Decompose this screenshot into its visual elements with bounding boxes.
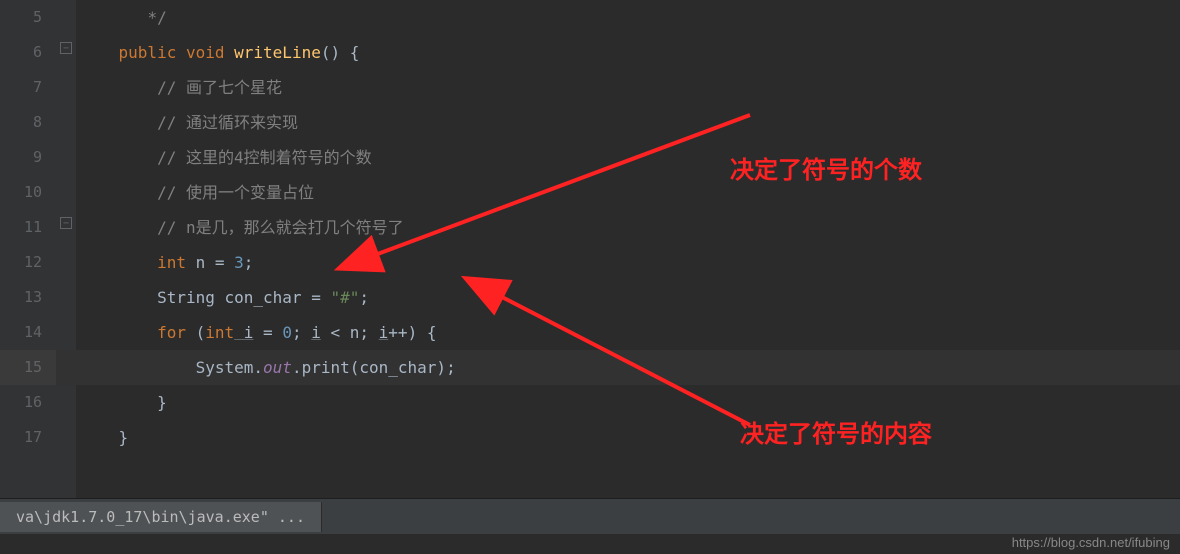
- line-number: 17: [0, 420, 42, 455]
- code-line[interactable]: }: [80, 385, 1180, 420]
- code-line[interactable]: // 通过循环来实现: [80, 105, 1180, 140]
- code-area[interactable]: */ public void writeLine() { // 画了七个星花 /…: [56, 0, 1180, 498]
- code-line[interactable]: String con_char = "#";: [80, 280, 1180, 315]
- line-number: 7: [0, 70, 42, 105]
- code-line[interactable]: // 这里的4控制着符号的个数: [80, 140, 1180, 175]
- line-gutter: 5 6 7 8 9 10 11 12 13 14 15 16 17: [0, 0, 56, 498]
- code-line[interactable]: for (int i = 0; i < n; i++) {: [80, 315, 1180, 350]
- line-number: 11: [0, 210, 42, 245]
- line-number: 13: [0, 280, 42, 315]
- annotation-content-label: 决定了符号的内容: [740, 414, 932, 449]
- line-number: 16: [0, 385, 42, 420]
- code-line[interactable]: // 使用一个变量占位: [80, 175, 1180, 210]
- code-line[interactable]: int n = 3;: [80, 245, 1180, 280]
- code-editor[interactable]: 5 6 7 8 9 10 11 12 13 14 15 16 17 − − */…: [0, 0, 1180, 498]
- line-number: 5: [0, 0, 42, 35]
- line-number: 8: [0, 105, 42, 140]
- line-number: 9: [0, 140, 42, 175]
- line-number: 15: [0, 350, 42, 385]
- code-line[interactable]: // n是几，那么就会打几个符号了: [80, 210, 1180, 245]
- code-line[interactable]: }: [80, 420, 1180, 455]
- watermark-text: https://blog.csdn.net/ifubing: [1012, 535, 1170, 550]
- code-line[interactable]: */: [80, 0, 1180, 35]
- run-tab[interactable]: va\jdk1.7.0_17\bin\java.exe" ...: [0, 502, 322, 532]
- line-number: 12: [0, 245, 42, 280]
- code-line[interactable]: public void writeLine() {: [80, 35, 1180, 70]
- annotation-count-label: 决定了符号的个数: [730, 150, 922, 185]
- code-line[interactable]: System.out.print(con_char);: [80, 350, 1180, 385]
- line-number: 14: [0, 315, 42, 350]
- line-number: 6: [0, 35, 42, 70]
- line-number: 10: [0, 175, 42, 210]
- bottom-bar: va\jdk1.7.0_17\bin\java.exe" ...: [0, 498, 1180, 534]
- code-line[interactable]: // 画了七个星花: [80, 70, 1180, 105]
